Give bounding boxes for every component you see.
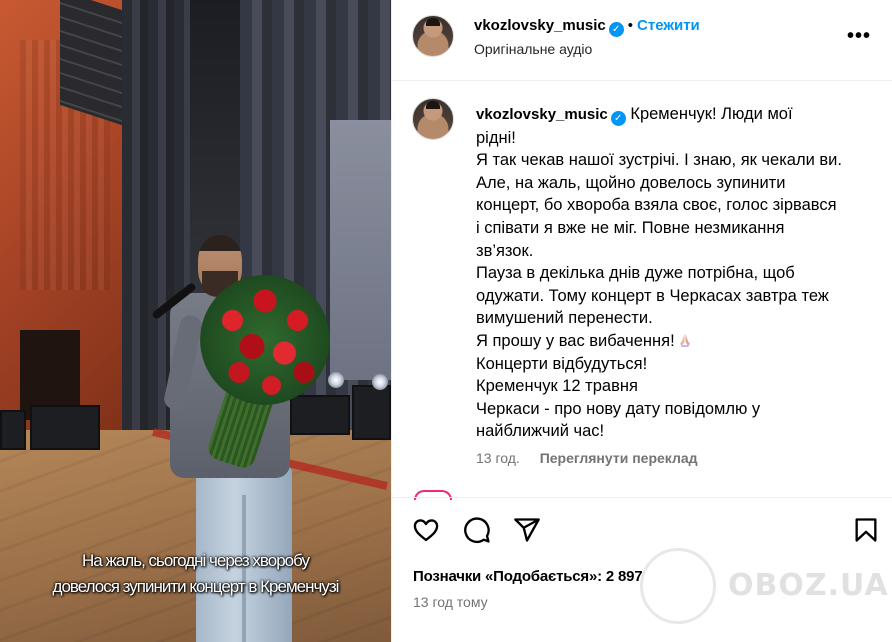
likes-count[interactable]: Позначки «Подобається»: 2 897: [413, 568, 643, 585]
line-array-speaker: [60, 0, 122, 126]
caption-line: Черкаси - про нову дату повідомлю у: [476, 399, 761, 418]
caption-line: і співати я вже не міг. Повне незмикання: [476, 218, 785, 237]
stage-light: [372, 374, 388, 390]
post-sidebar: vkozlovsky_music ✓ • Стежити Оригінальне ау…: [391, 0, 892, 642]
caption-line: рідні!: [476, 128, 516, 147]
share-button[interactable]: [513, 516, 543, 546]
comment-icon: [464, 517, 490, 544]
caption-line: концерт, бо хвороба взяла своє, голос зі…: [476, 196, 837, 215]
stage-wall-right: [330, 120, 391, 380]
caption-line: Я так чекав нашої зустрічі. І знаю, як ч…: [476, 151, 842, 170]
header-separator: •: [627, 17, 634, 34]
audio-link[interactable]: Оригінальне аудіо: [474, 41, 592, 57]
post-media[interactable]: На жаль, сьогодні через хворобу довелося…: [0, 0, 391, 642]
caption-line: Концерти відбудуться!: [476, 354, 648, 373]
comment-button[interactable]: [463, 516, 493, 546]
heart-icon: [413, 519, 439, 542]
save-button[interactable]: [852, 516, 882, 546]
stage-monitor: [352, 385, 391, 440]
caption-line: Кременчук! Люди мої: [630, 105, 793, 123]
stage-monitor: [30, 405, 100, 450]
caption-age: 13 год.: [476, 450, 520, 466]
see-translation-link[interactable]: Переглянути переклад: [540, 450, 698, 466]
follow-button[interactable]: Стежити: [637, 17, 700, 34]
praying-hands-icon: [679, 333, 690, 347]
post-timestamp[interactable]: 13 год тому: [413, 594, 488, 610]
like-button[interactable]: [412, 516, 442, 546]
caption-line: Пауза в декілька днів дуже потрібна, щоб: [476, 264, 795, 283]
more-options-icon[interactable]: •••: [847, 26, 871, 46]
verified-badge-icon: ✓: [608, 22, 624, 37]
caption-username[interactable]: vkozlovsky_music: [476, 106, 608, 123]
stage-monitor: [0, 410, 26, 450]
rose-bouquet: [200, 275, 330, 405]
caption-line: Але, на жаль, щойно довелось зупинити: [476, 173, 786, 192]
caption-line: Кременчук 12 травня: [476, 377, 638, 396]
video-subtitle-line-2: довелося зупинити концерт в Кременчузі: [52, 577, 340, 596]
author-avatar[interactable]: [412, 15, 454, 57]
watermark-text: OBOZ.UA: [728, 568, 889, 603]
caption-meta: 13 год. Переглянути переклад: [476, 450, 698, 466]
bookmark-icon: [855, 518, 877, 542]
share-icon: [514, 518, 540, 542]
caption-line: одужати. Тому концерт в Черкасах завтра …: [476, 286, 829, 305]
header-divider: [392, 80, 892, 81]
post-actions: [392, 508, 892, 552]
video-subtitle-line-1: На жаль, сьогодні через хворобу: [82, 551, 310, 570]
caption-line-text: Я прошу у вас вибачення!: [476, 331, 675, 350]
actions-divider: [392, 497, 892, 498]
verified-badge-icon: ✓: [610, 111, 626, 126]
caption-line: вимушений перенести.: [476, 309, 653, 328]
caption-line: зв’язок.: [476, 241, 534, 260]
author-username[interactable]: vkozlovsky_music: [474, 17, 606, 34]
next-comment-avatar[interactable]: [414, 490, 452, 500]
watermark-logo: [640, 548, 716, 624]
caption-line-apology: Я прошу у вас вибачення!: [476, 330, 880, 353]
stage-light: [328, 372, 344, 388]
post-caption: vkozlovsky_music ✓ Кременчук! Люди мої рі…: [476, 103, 880, 443]
caption-author-avatar[interactable]: [412, 98, 454, 140]
caption-line: найближчий час!: [476, 422, 605, 441]
post-header: vkozlovsky_music ✓ • Стежити: [474, 16, 700, 37]
